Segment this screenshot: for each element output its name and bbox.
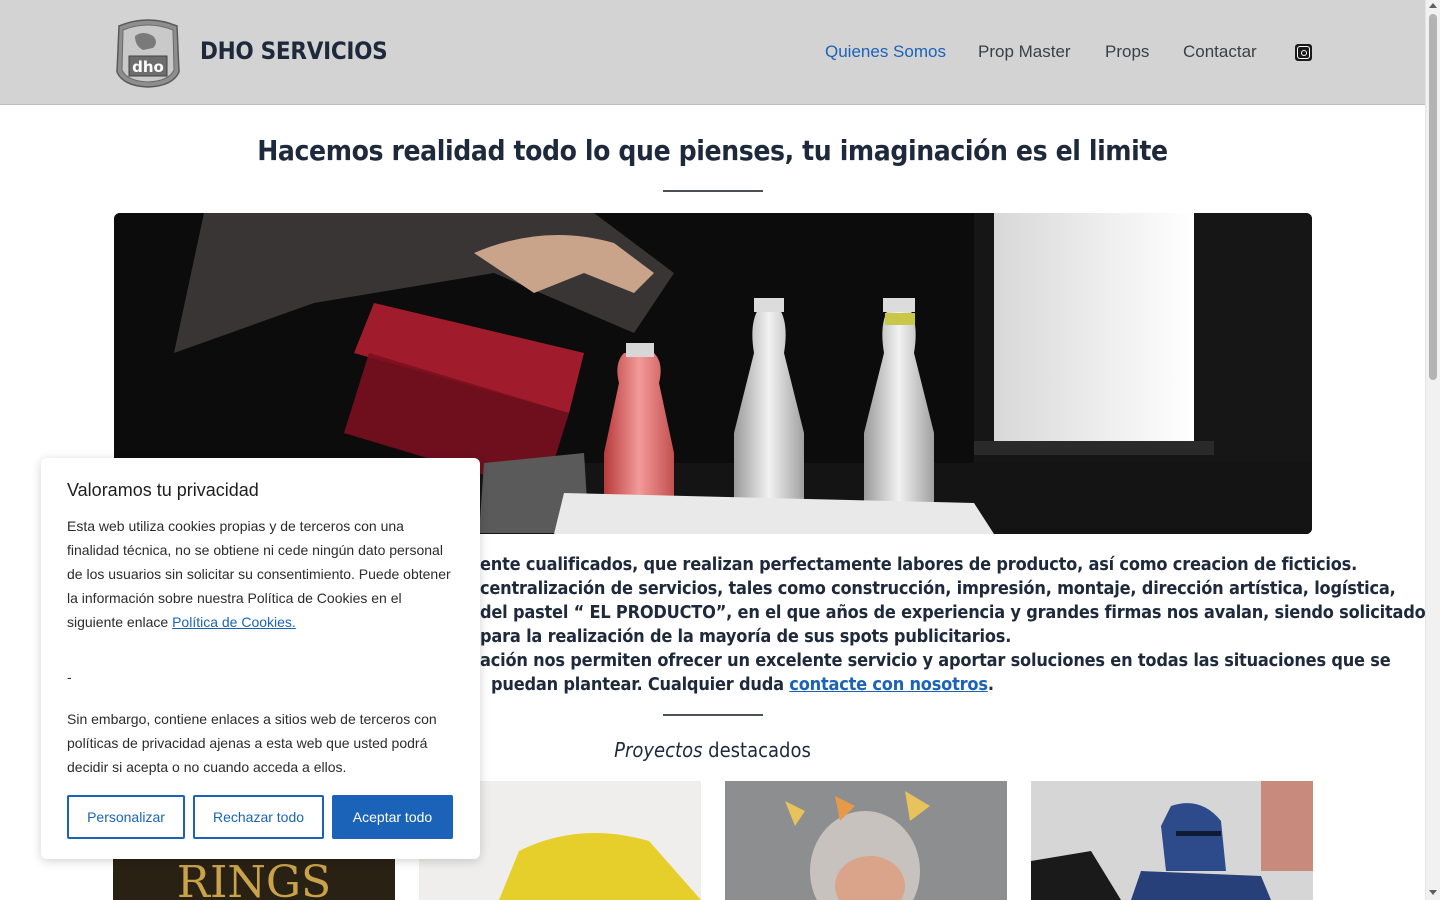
headline-divider	[663, 190, 763, 192]
reject-all-button[interactable]: Rechazar todo	[193, 795, 324, 839]
instagram-icon[interactable]	[1295, 44, 1312, 61]
description-line-3: del pastel “ EL PRODUCTO”, en el que año…	[480, 602, 1435, 623]
page-scrollbar[interactable]	[1425, 0, 1440, 900]
description-line-4: para la realización de la mayoría de sus…	[480, 626, 1012, 647]
nav-item-quienes-somos[interactable]: Quienes Somos	[825, 42, 946, 62]
site-header: dho DHO SERVICIOS Quienes Somos Prop Mas…	[0, 0, 1425, 105]
projects-divider	[663, 714, 763, 716]
contact-link[interactable]: contacte con nosotros	[789, 674, 988, 695]
cookie-banner-title: Valoramos tu privacidad	[67, 480, 259, 500]
contact-link-suffix: .	[987, 674, 994, 695]
cookie-banner: Valoramos tu privacidad Esta web utiliza…	[41, 458, 480, 859]
description-line-5: ación nos permiten ofrecer un excelente …	[480, 650, 1391, 671]
projects-title-rest: destacados	[702, 738, 811, 762]
site-brand[interactable]: DHO SERVICIOS	[200, 37, 388, 65]
accept-all-button[interactable]: Aceptar todo	[332, 795, 453, 839]
cookie-text-line-5-text: siguiente enlace	[67, 614, 173, 630]
cookie-text-line-1: Esta web utiliza cookies propias y de te…	[67, 518, 404, 534]
nav-item-contactar[interactable]: Contactar	[1183, 42, 1257, 62]
scrollbar-thumb[interactable]	[1429, 14, 1437, 380]
customize-button[interactable]: Personalizar	[67, 795, 185, 839]
cookie-text2-line-3: decidir si acepta o no cuando acceda a e…	[67, 759, 347, 775]
nav-item-prop-master[interactable]: Prop Master	[978, 42, 1071, 62]
scroll-up-arrow-icon[interactable]	[1429, 3, 1437, 8]
project-thumb-woman[interactable]	[725, 781, 1007, 900]
description-line-6-text: puedan plantear. Cualquier duda	[491, 674, 790, 695]
cookie-text-line-3: de los usuarios sin solicitar su consent…	[67, 566, 451, 582]
description-line-1: ente cualificados, que realizan perfecta…	[480, 554, 1358, 575]
page-headline: Hacemos realidad todo lo que pienses, tu…	[257, 134, 1168, 167]
cookie-banner-dash: -	[67, 669, 72, 685]
cookie-banner-text: Esta web utiliza cookies propias y de te…	[67, 514, 459, 634]
cookie-policy-link[interactable]: Política de Cookies.	[172, 614, 296, 630]
project-thumb-knight[interactable]	[1031, 781, 1313, 900]
cookie-text-line-5: siguiente enlace Política de Cookies.	[67, 610, 459, 634]
description-line-6: puedan plantear. Cualquier duda contacte…	[491, 674, 994, 695]
dho-logo[interactable]: dho	[113, 16, 183, 88]
projects-title-em: Proyectos	[614, 738, 703, 762]
cookie-banner-text-2: Sin embargo, contiene enlaces a sitios w…	[67, 707, 459, 779]
cookie-text2-line-1: Sin embargo, contiene enlaces a sitios w…	[67, 711, 437, 727]
cookie-text-line-2: finalidad técnica, no se obtiene ni cede…	[67, 542, 443, 558]
description-line-2: centralización de servicios, tales como …	[480, 578, 1396, 599]
svg-text:dho: dho	[132, 58, 164, 76]
cookie-text-line-4: la información sobre nuestra Política de…	[67, 590, 402, 606]
svg-text:RINGS: RINGS	[177, 857, 331, 900]
scroll-down-arrow-icon[interactable]	[1429, 890, 1437, 895]
cookie-text2-line-2: políticas de privacidad ajenas a esta we…	[67, 735, 428, 751]
nav-item-props[interactable]: Props	[1105, 42, 1149, 62]
